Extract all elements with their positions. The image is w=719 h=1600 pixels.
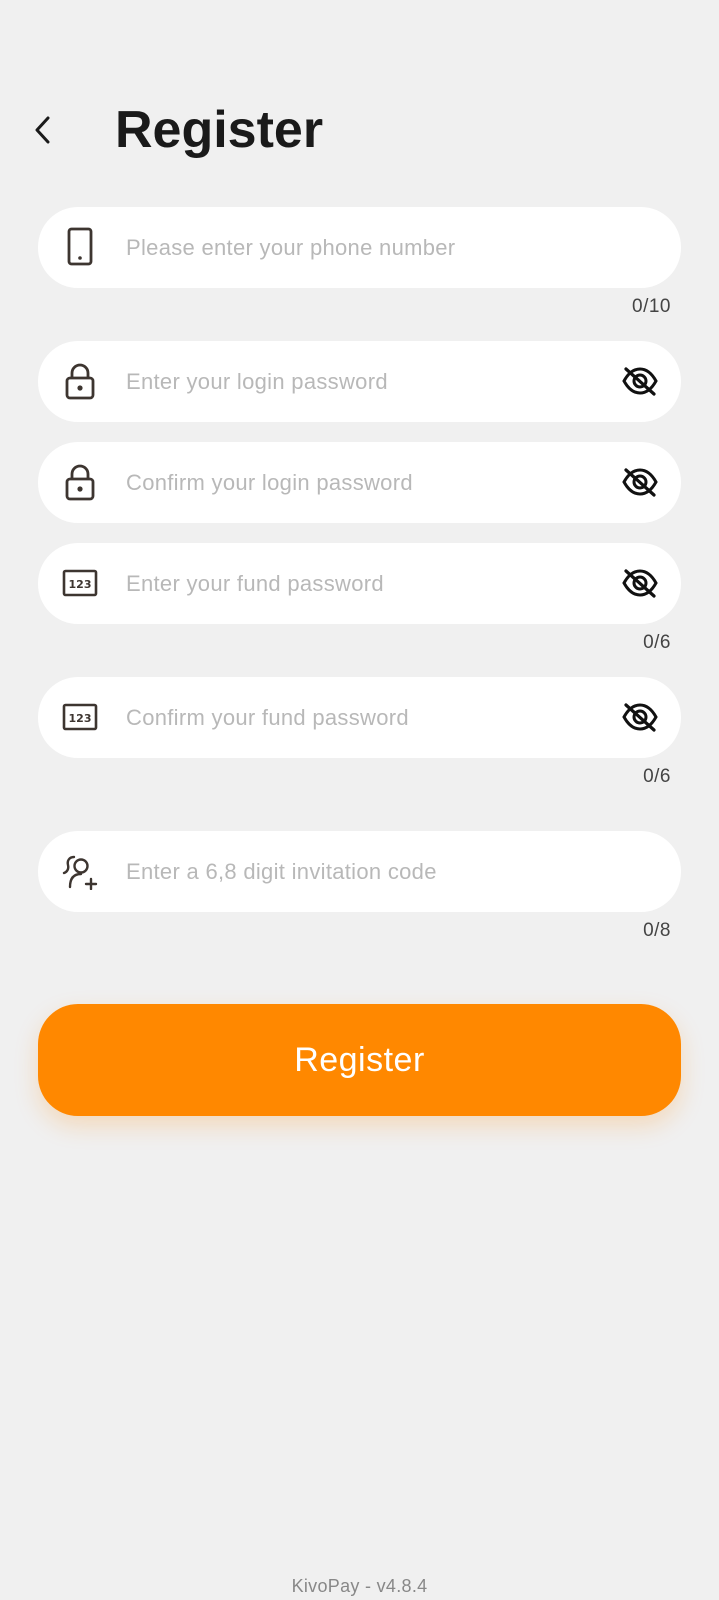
svg-text:123: 123 <box>69 578 92 591</box>
lock-icon <box>60 361 100 401</box>
fund-password-input[interactable] <box>126 543 586 624</box>
eye-off-icon[interactable] <box>619 462 661 502</box>
confirm-fund-password-field[interactable]: 123 <box>38 677 681 758</box>
login-password-input[interactable] <box>126 341 586 422</box>
eye-off-icon[interactable] <box>619 563 661 603</box>
eye-off-icon[interactable] <box>619 361 661 401</box>
fund-password-field[interactable]: 123 <box>38 543 681 624</box>
register-page: Register 0/10 <box>0 0 719 1600</box>
confirm-login-password-field[interactable] <box>38 442 681 523</box>
eye-off-icon[interactable] <box>619 697 661 737</box>
lock-icon <box>60 462 100 502</box>
confirm-fund-password-input[interactable] <box>126 677 586 758</box>
svg-text:123: 123 <box>69 712 92 725</box>
register-button[interactable]: Register <box>38 1004 681 1116</box>
phone-field[interactable] <box>38 207 681 288</box>
phone-input[interactable] <box>126 207 586 288</box>
add-user-icon <box>60 851 100 891</box>
page-title: Register <box>115 101 324 159</box>
phone-counter: 0/10 <box>632 296 671 317</box>
confirm-login-password-input[interactable] <box>126 442 586 523</box>
login-password-field[interactable] <box>38 341 681 422</box>
chevron-left-icon <box>35 116 50 144</box>
header: Register <box>0 90 719 170</box>
app-version: KivoPay - v4.8.4 <box>291 1576 428 1596</box>
numeric-123-icon: 123 <box>60 563 100 603</box>
confirm-fund-password-counter: 0/6 <box>643 766 671 787</box>
invitation-code-field[interactable] <box>38 831 681 912</box>
invitation-code-counter: 0/8 <box>643 920 671 941</box>
back-button[interactable] <box>24 108 60 152</box>
fund-password-counter: 0/6 <box>643 632 671 653</box>
phone-icon <box>60 227 100 267</box>
numeric-123-icon: 123 <box>60 697 100 737</box>
invitation-code-input[interactable] <box>126 831 586 912</box>
